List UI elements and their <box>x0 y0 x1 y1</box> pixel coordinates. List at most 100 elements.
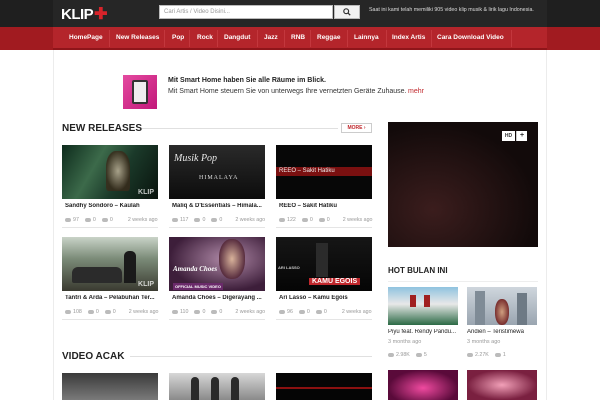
comment-icon <box>194 217 201 222</box>
nav-rock[interactable]: Rock <box>197 34 213 41</box>
video-title[interactable]: REEO – Sakit Hatiku <box>279 203 377 209</box>
thumbnail-caption: OFFICIAL MUSIC VIDEO <box>173 283 223 290</box>
hd-badge[interactable]: HD <box>502 131 515 141</box>
hot-video-thumbnail[interactable] <box>467 287 537 325</box>
thumbnail-caption: HIMALAYA <box>199 175 239 181</box>
upload-time: 2 weeks ago <box>127 217 158 223</box>
video-thumbnail[interactable]: KLIP <box>62 237 158 291</box>
video-meta: 117 0 0 2 weeks ago <box>172 217 265 223</box>
building-shape <box>517 293 527 325</box>
nav-cara-download-video[interactable]: Cara Download Video <box>437 34 504 41</box>
video-thumbnail[interactable]: Amanda Choes OFFICIAL MUSIC VIDEO <box>169 237 265 291</box>
video-meta: 122 0 0 2 weeks ago <box>279 217 373 223</box>
logo[interactable]: KLIP✚ <box>61 4 108 24</box>
ad-title[interactable]: Mit Smart Home haben Sie alle Räume im B… <box>168 77 326 84</box>
nav-pop[interactable]: Pop <box>172 34 184 41</box>
search-button[interactable] <box>334 5 360 19</box>
person-shape <box>191 377 199 400</box>
nav-homepage[interactable]: HomePage <box>69 34 103 41</box>
like-count: 0 <box>326 217 330 223</box>
nav-divider <box>511 30 512 47</box>
view-count: 96 <box>287 309 293 315</box>
nav-new-releases[interactable]: New Releases <box>116 34 159 41</box>
card-divider <box>169 319 265 320</box>
thumbnail-caption: Musik Pop <box>174 153 218 164</box>
upload-time: 2 weeks ago <box>341 309 372 315</box>
nav-divider <box>386 30 387 47</box>
video-title[interactable]: Sandhy Sondoro – Kaulah <box>65 203 163 209</box>
artist-figure <box>495 299 509 325</box>
hot-video-thumbnail[interactable] <box>388 370 458 400</box>
heart-icon <box>211 217 218 222</box>
flag-shape <box>424 295 430 307</box>
eye-icon <box>172 309 178 314</box>
video-title[interactable]: Ari Lasso – Kamu Egois <box>279 295 377 301</box>
ad-image[interactable] <box>123 75 157 109</box>
hot-video-thumbnail[interactable] <box>388 287 458 325</box>
thumbnail-caption: REEO – Sakit Hatiku <box>279 168 335 174</box>
ad-more-link[interactable]: mehr <box>408 88 424 95</box>
video-meta: 108 0 0 2 weeks ago <box>65 309 159 315</box>
search-input[interactable]: Cari Artis / Video Disini... <box>159 5 333 19</box>
like-count: 0 <box>323 309 327 315</box>
more-button-label: MORE <box>347 125 363 131</box>
card-divider <box>169 227 265 228</box>
card-divider <box>62 319 158 320</box>
nav-divider <box>189 30 190 47</box>
artist-figure <box>106 151 130 191</box>
comment-count: 5 <box>423 352 427 358</box>
hot-video-title[interactable]: Piyu feat. Rendy Pandu... <box>388 329 460 335</box>
nav-divider <box>347 30 348 47</box>
header: KLIP✚ Cari Artis / Video Disini... Saat … <box>0 0 600 27</box>
nav-lainnya[interactable]: Lainnya <box>354 34 379 41</box>
video-title[interactable]: Maliq & D'Essentials – Himala... <box>172 203 270 209</box>
heart-icon <box>315 309 322 314</box>
page: KLIP✚ Cari Artis / Video Disini... Saat … <box>0 0 600 400</box>
nav-reggae[interactable]: Reggae <box>317 34 340 41</box>
nav-rnb[interactable]: RNB <box>291 34 305 41</box>
nav-jazz[interactable]: Jazz <box>264 34 278 41</box>
more-button[interactable]: MORE › <box>341 123 372 133</box>
eye-icon <box>65 309 71 314</box>
comment-count: 0 <box>306 309 310 315</box>
nav-index-artis[interactable]: Index Artis <box>392 34 425 41</box>
section-divider <box>142 128 338 129</box>
video-title[interactable]: Tantri & Arda – Pelabuhan Ter... <box>65 295 163 301</box>
like-count: 0 <box>219 309 223 315</box>
video-thumbnail[interactable]: KLIP <box>62 145 158 199</box>
video-thumbnail[interactable] <box>276 373 372 400</box>
video-thumbnail[interactable] <box>169 373 265 400</box>
heart-icon <box>211 309 218 314</box>
thumbnail-caption: KAMU EGOIS <box>309 278 361 285</box>
like-count: 0 <box>109 217 113 223</box>
heart-icon <box>104 309 111 314</box>
view-count: 108 <box>73 309 82 315</box>
thumbnail-stripe <box>276 387 372 389</box>
video-thumbnail[interactable] <box>62 373 158 400</box>
section-title-new-releases: NEW RELEASES <box>62 123 143 134</box>
main-nav: HomePage New Releases Pop Rock Dangdut J… <box>0 27 600 50</box>
nav-divider <box>431 30 432 47</box>
card-divider <box>276 319 372 320</box>
comment-icon <box>84 217 91 222</box>
view-count: 122 <box>287 217 296 223</box>
video-thumbnail[interactable]: REEO – Sakit Hatiku <box>276 145 372 199</box>
video-meta: 110 0 0 2 weeks ago <box>172 309 265 315</box>
person-shape <box>124 251 136 283</box>
comment-icon <box>301 217 308 222</box>
video-thumbnail[interactable]: ARI LASSO KAMU EGOIS <box>276 237 372 291</box>
video-thumbnail[interactable]: Musik Pop HIMALAYA <box>169 145 265 199</box>
upload-time: 3 months ago <box>467 339 501 345</box>
person-shape <box>316 243 328 277</box>
hot-video-thumbnail[interactable] <box>467 370 537 400</box>
car-shape <box>72 267 122 283</box>
view-count: 110 <box>180 309 189 315</box>
hot-video-title[interactable]: Andien – Teristimewa <box>467 329 539 335</box>
hot-video-meta: 2.98K 5 <box>388 352 427 358</box>
plus-icon[interactable]: + <box>516 131 527 141</box>
video-title[interactable]: Amanda Choes – Digerayang ... <box>172 295 270 301</box>
nav-dangdut[interactable]: Dangdut <box>224 34 250 41</box>
video-meta: 97 0 0 2 weeks ago <box>65 217 158 223</box>
site-tagline: Saat ini kami telah memiliki 905 video k… <box>369 7 534 13</box>
view-count: 97 <box>73 217 79 223</box>
